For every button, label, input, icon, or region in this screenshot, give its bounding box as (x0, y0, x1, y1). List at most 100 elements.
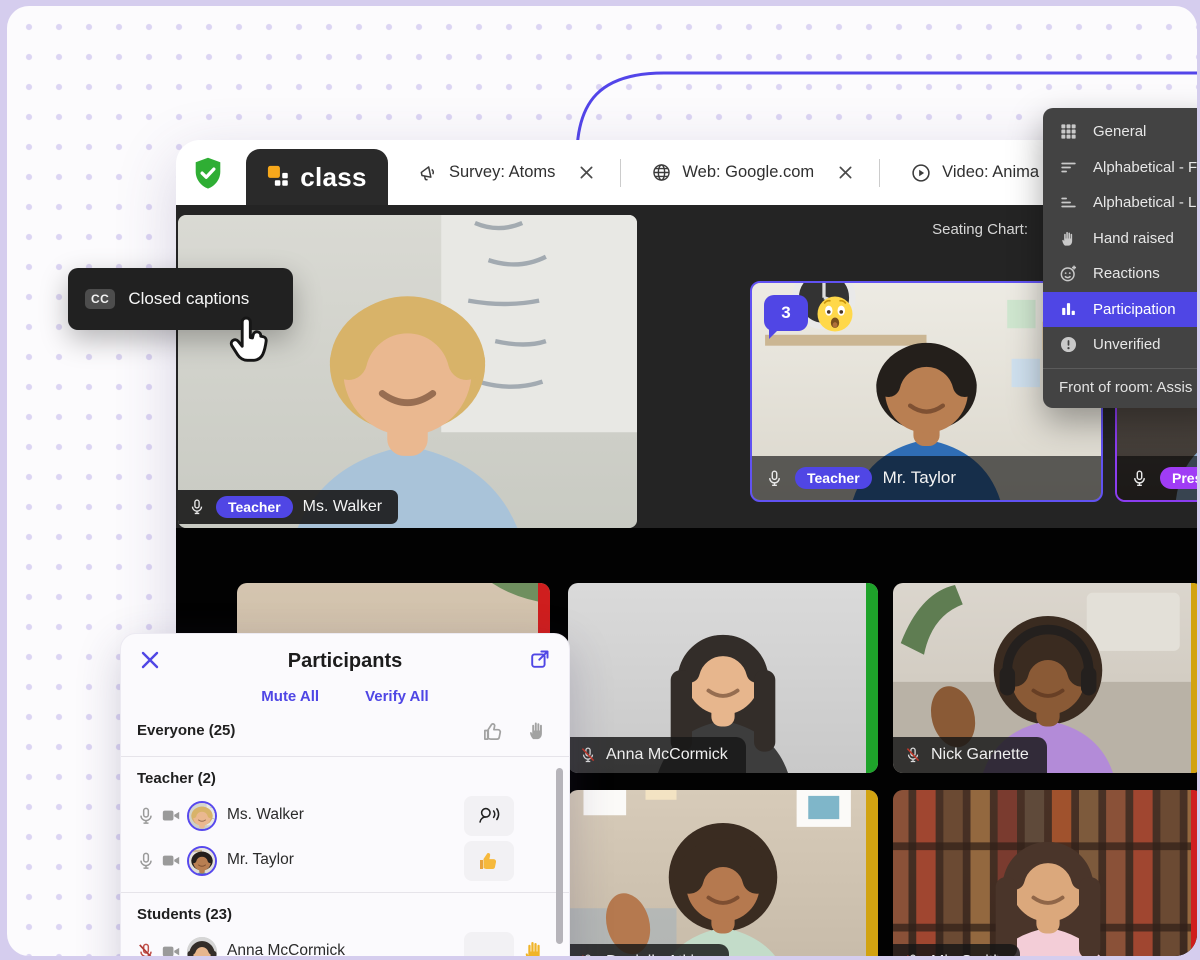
menu-item-label: General (1093, 123, 1146, 140)
status-stripe-red (1191, 790, 1197, 956)
video-tile-anna-mccormick[interactable]: Anna McCormick (568, 583, 878, 773)
panel-scrollbar[interactable] (556, 768, 563, 944)
verified-shield-icon[interactable] (190, 155, 226, 191)
tab-label: Survey: Atoms (449, 163, 555, 182)
tab-web-google[interactable]: Web: Google.com (651, 162, 853, 183)
name-label-anna: Anna McCormick (568, 737, 746, 773)
hand-icon (1059, 229, 1078, 248)
menu-item-hand-raised[interactable]: Hand raised (1043, 221, 1197, 257)
smiley-plus-icon (1059, 264, 1078, 283)
menu-item-alphabetical-last[interactable]: Alphabetical - L (1043, 185, 1197, 221)
participant-name: Anna McCormick (606, 746, 728, 764)
dotted-background: class Survey: Atoms (7, 6, 1197, 956)
thumbs-up-reaction (464, 841, 514, 881)
section-header-students: Students (23) (121, 893, 569, 930)
everyone-count-label: Everyone (25) (137, 722, 235, 739)
name-bar-presenter: Pres (1117, 456, 1197, 500)
name-label-mia: Mia Smith (893, 944, 1020, 956)
menu-item-participation[interactable]: Participation (1043, 292, 1197, 328)
mic-on-icon (1130, 469, 1149, 488)
video-feed-mia (893, 790, 1197, 956)
mic-muted-icon (904, 953, 922, 956)
participant-name: Ms. Walker (227, 806, 304, 824)
panel-title: Participants (121, 644, 569, 678)
pop-out-icon[interactable] (529, 648, 551, 670)
name-bar-mr-taylor: Teacher Mr. Taylor (752, 456, 1101, 500)
avatar-anna-mccormick (187, 937, 217, 956)
camera-on-icon[interactable] (161, 852, 181, 870)
tab-class-home[interactable]: class (246, 149, 388, 205)
close-tab-icon[interactable] (579, 165, 594, 180)
mic-on-icon (765, 469, 784, 488)
participant-name: Danielle Atkins (606, 953, 711, 956)
sort-dropdown-menu: General Alphabetical - F Alphabetical - … (1043, 108, 1197, 408)
sort-ascending-icon (1059, 193, 1078, 212)
reaction-count-bubble[interactable]: 3 (764, 295, 808, 331)
reaction-box-empty (464, 932, 514, 956)
menu-item-label: Unverified (1093, 336, 1161, 353)
panel-actions: Mute All Verify All (121, 688, 569, 705)
participant-name: Anna McCormick (227, 942, 345, 956)
everyone-row: Everyone (25) (121, 719, 569, 747)
camera-on-icon[interactable] (161, 943, 181, 956)
video-tile-ms-walker[interactable]: Teacher Ms. Walker (178, 215, 637, 528)
mic-on-icon[interactable] (136, 806, 156, 826)
mic-muted-icon[interactable] (136, 942, 156, 956)
role-badge-teacher: Teacher (216, 496, 293, 518)
participant-row-ms-walker[interactable]: Ms. Walker (121, 794, 569, 839)
participant-name: Mr. Taylor (227, 851, 294, 869)
video-tile-mia-smith[interactable]: Mia Smith (893, 790, 1197, 956)
closed-captions-label: Closed captions (128, 289, 249, 309)
menu-item-unverified[interactable]: Unverified (1043, 327, 1197, 363)
participants-panel: Participants Mute All Verify All Everyon… (120, 633, 570, 956)
close-tab-icon[interactable] (838, 165, 853, 180)
menu-item-label: Participation (1093, 301, 1176, 318)
mic-muted-icon (579, 953, 597, 956)
sort-descending-icon (1059, 158, 1078, 177)
mic-muted-icon (579, 746, 597, 764)
role-badge-teacher: Teacher (795, 467, 872, 489)
participant-name: Nick Garnette (931, 746, 1029, 764)
globe-icon (651, 162, 672, 183)
mic-on-icon (188, 498, 206, 516)
video-tile-danielle-atkins[interactable]: Danielle Atkins (568, 790, 878, 956)
thumbs-up-emoji (477, 849, 501, 873)
tab-label: Web: Google.com (682, 163, 814, 182)
thumbs-up-icon[interactable] (482, 720, 505, 743)
grid-icon (1059, 122, 1078, 141)
menu-item-general[interactable]: General (1043, 114, 1197, 150)
tab-label: Video: Anima (942, 163, 1039, 182)
menu-item-label: Reactions (1093, 265, 1160, 282)
avatar-mr-taylor (187, 846, 217, 876)
play-circle-icon (910, 162, 932, 184)
hand-cursor-icon (222, 312, 274, 370)
menu-item-reactions[interactable]: Reactions (1043, 256, 1197, 292)
menu-item-alphabetical-first[interactable]: Alphabetical - F (1043, 150, 1197, 186)
participant-row-mr-taylor[interactable]: Mr. Taylor (121, 839, 569, 884)
avatar-ms-walker (187, 801, 217, 831)
camera-on-icon[interactable] (161, 807, 181, 825)
menu-item-label: Alphabetical - F (1093, 159, 1197, 176)
name-label-nick: Nick Garnette (893, 737, 1047, 773)
tab-video-animal[interactable]: Video: Anima (910, 162, 1039, 184)
menu-item-label: Hand raised (1093, 230, 1174, 247)
raised-hand-icon[interactable] (526, 719, 549, 742)
reaction-count: 3 (781, 303, 790, 323)
class-brand-label: class (300, 162, 367, 193)
mic-on-icon[interactable] (136, 851, 156, 871)
video-feed-danielle (568, 790, 878, 956)
menu-item-label: Alphabetical - L (1093, 194, 1196, 211)
mute-all-button[interactable]: Mute All (261, 688, 319, 705)
video-feed-ms-walker (178, 215, 637, 528)
close-panel-icon[interactable] (139, 649, 161, 671)
participant-row-anna-mccormick[interactable]: Anna McCormick (121, 930, 569, 956)
megaphone-icon (418, 162, 439, 183)
astonished-face-emoji (815, 294, 855, 334)
status-stripe-green (866, 583, 878, 773)
verify-all-button[interactable]: Verify All (365, 688, 429, 705)
tab-survey-atoms[interactable]: Survey: Atoms (418, 162, 594, 183)
status-stripe-yellow (866, 790, 878, 956)
seating-chart-label: Seating Chart: (932, 221, 1028, 238)
video-tile-nick-garnette[interactable]: Nick Garnette (893, 583, 1197, 773)
menu-footer-front-of-room[interactable]: Front of room: Assis (1043, 368, 1197, 408)
